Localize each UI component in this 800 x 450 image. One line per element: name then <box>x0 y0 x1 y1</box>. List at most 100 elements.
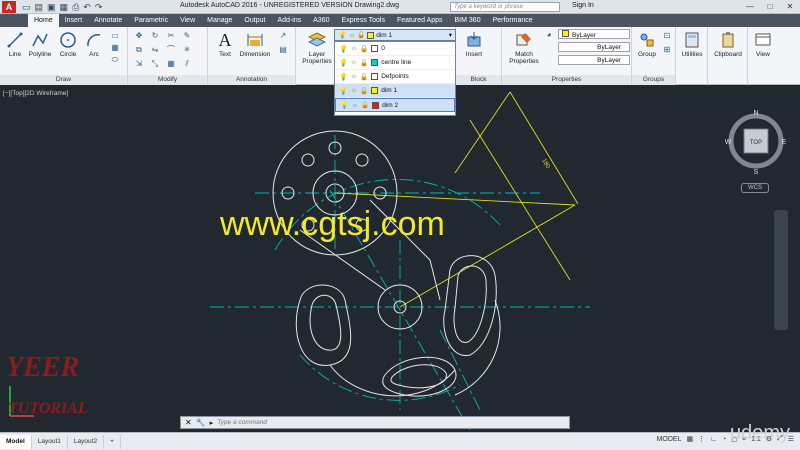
layer-color-swatch <box>371 59 379 66</box>
layer-color-swatch <box>367 31 375 39</box>
scale-icon[interactable]: ⤡ <box>150 59 160 69</box>
rectangle-icon[interactable]: ▭ <box>110 31 120 41</box>
tab-a360[interactable]: A360 <box>307 14 335 27</box>
compass-south[interactable]: S <box>754 169 759 176</box>
modify-panel-label[interactable]: Modify <box>128 75 207 85</box>
polar-icon[interactable]: ◔ <box>722 436 726 443</box>
leader-icon[interactable]: ↗ <box>278 31 288 41</box>
compass-east[interactable]: E <box>782 139 787 146</box>
compass-north[interactable]: N <box>753 110 758 117</box>
table-icon[interactable]: ▤ <box>278 45 288 55</box>
tab-home[interactable]: Home <box>28 14 59 27</box>
tab-manage[interactable]: Manage <box>201 14 238 27</box>
wcs-menu[interactable]: WCS <box>741 183 769 193</box>
tab-featured-apps[interactable]: Featured Apps <box>391 14 449 27</box>
tab-insert[interactable]: Insert <box>59 14 89 27</box>
navigation-bar[interactable] <box>774 210 788 330</box>
tab-output[interactable]: Output <box>238 14 271 27</box>
tab-bim360[interactable]: BIM 360 <box>449 14 487 27</box>
rotate-icon[interactable]: ↻ <box>150 31 160 41</box>
open-icon[interactable]: ▤ <box>35 2 44 13</box>
trim-icon[interactable]: ✂ <box>166 31 176 41</box>
tab-model[interactable]: Model <box>0 434 32 449</box>
groups-panel-label[interactable]: Groups <box>632 75 675 85</box>
match-properties-tool[interactable]: Match Properties <box>506 31 542 65</box>
view-panel: View <box>748 27 778 85</box>
circle-tool[interactable]: Circle <box>56 31 80 58</box>
minimize-icon[interactable]: — <box>740 0 760 13</box>
command-line[interactable]: ✕ 🔧 ▸ Type a command <box>180 416 570 429</box>
group-tool[interactable]: Group <box>634 31 660 58</box>
move-icon[interactable]: ✥ <box>134 31 144 41</box>
tab-view[interactable]: View <box>174 14 201 27</box>
tab-annotate[interactable]: Annotate <box>88 14 128 27</box>
layer-item-0[interactable]: 💡 ☼ 🔓 0 <box>335 42 455 56</box>
stretch-icon[interactable]: ⇲ <box>134 59 144 69</box>
block-panel-label[interactable]: Block <box>456 75 501 85</box>
add-layout-icon[interactable]: + <box>104 434 121 449</box>
command-input[interactable]: Type a command <box>217 419 267 426</box>
new-icon[interactable]: ▭ <box>22 2 31 13</box>
lineweight-dropdown[interactable]: ByLayer <box>558 55 630 65</box>
text-tool[interactable]: A Text <box>214 31 236 58</box>
ellipse-icon[interactable]: ⬭ <box>110 55 120 65</box>
annotation-panel-label[interactable]: Annotation <box>208 75 295 85</box>
viewcube[interactable]: TOP N S E W <box>725 108 787 176</box>
tab-layout1[interactable]: Layout1 <box>32 434 68 449</box>
tab-parametric[interactable]: Parametric <box>128 14 174 27</box>
fillet-icon[interactable]: ⌒ <box>166 45 176 55</box>
polyline-tool[interactable]: Polyline <box>26 31 54 58</box>
layer-thaw-icon: ☼ <box>350 87 358 94</box>
insert-tool[interactable]: Insert <box>460 31 488 58</box>
layer-item-centre-line[interactable]: 💡 ☼ 🔓 centre line <box>335 56 455 70</box>
undo-icon[interactable]: ↶ <box>83 2 91 13</box>
grid-icon[interactable]: ▦ <box>686 435 693 443</box>
view-tool[interactable]: View <box>750 31 776 58</box>
arc-tool[interactable]: Arc <box>82 31 106 58</box>
erase-icon[interactable]: ✎ <box>182 31 192 41</box>
layer-properties-tool[interactable]: Layer Properties <box>300 31 334 65</box>
ungroup-icon[interactable]: ⊡ <box>662 31 672 41</box>
wrench-icon[interactable]: 🔧 <box>196 418 206 427</box>
sign-in-button[interactable]: Sign In <box>572 2 594 9</box>
linetype-dropdown[interactable]: ByLayer <box>558 42 630 52</box>
saveas-icon[interactable]: ▦ <box>60 2 69 13</box>
draw-panel: Line Polyline Circle Arc ▭ ▦ ⬭ Draw <box>0 27 128 85</box>
tab-performance[interactable]: Performance <box>487 14 539 27</box>
close-icon[interactable]: ✕ <box>780 0 800 13</box>
snap-icon[interactable]: ⋮ <box>698 435 705 443</box>
ortho-icon[interactable]: ∟ <box>710 436 717 443</box>
search-input[interactable]: Type a keyword or phrase <box>450 2 560 12</box>
utilities-tool[interactable]: Utilities <box>678 31 706 58</box>
hatch-icon[interactable]: ▦ <box>110 43 120 53</box>
model-space-toggle[interactable]: MODEL <box>657 436 682 443</box>
explode-icon[interactable]: ✳ <box>182 45 192 55</box>
clipboard-tool[interactable]: Clipboard <box>710 31 746 58</box>
color-wheel-icon[interactable]: ◕ <box>544 30 554 40</box>
print-icon[interactable]: ⎙ <box>72 2 79 13</box>
array-icon[interactable]: ▦ <box>166 59 176 69</box>
layer-item-dim-1[interactable]: 💡 ☼ 🔓 dim 1 <box>335 84 455 98</box>
layer-item-dim-2[interactable]: 💡 ☼ 🔓 dim 2 <box>335 98 455 112</box>
tab-express-tools[interactable]: Express Tools <box>336 14 391 27</box>
compass-west[interactable]: W <box>725 139 732 146</box>
tab-layout2[interactable]: Layout2 <box>68 434 105 449</box>
group-edit-icon[interactable]: ⊞ <box>662 45 672 55</box>
line-tool[interactable]: Line <box>4 31 26 58</box>
dimension-tool[interactable]: Dimension <box>238 31 272 58</box>
properties-panel-label[interactable]: Properties <box>502 75 631 85</box>
save-icon[interactable]: ▣ <box>47 2 56 13</box>
layer-thaw-icon: ☼ <box>348 31 356 39</box>
draw-panel-label[interactable]: Draw <box>0 75 127 85</box>
mirror-icon[interactable]: ⇋ <box>150 45 160 55</box>
maximize-icon[interactable]: □ <box>760 0 780 13</box>
autocad-logo-icon[interactable]: A <box>2 1 16 13</box>
offset-icon[interactable]: ⫽ <box>182 59 192 69</box>
color-dropdown[interactable]: ByLayer <box>558 29 630 39</box>
layer-dropdown[interactable]: 💡 ☼ 🔓 dim 1 ▾ <box>334 29 456 41</box>
tab-addins[interactable]: Add-ins <box>271 14 307 27</box>
layer-item-defpoints[interactable]: 💡 ☼ 🔓 Defpoints <box>335 70 455 84</box>
copy-icon[interactable]: ⧉ <box>134 45 144 55</box>
close-icon[interactable]: ✕ <box>185 418 192 427</box>
redo-icon[interactable]: ↷ <box>95 2 103 13</box>
